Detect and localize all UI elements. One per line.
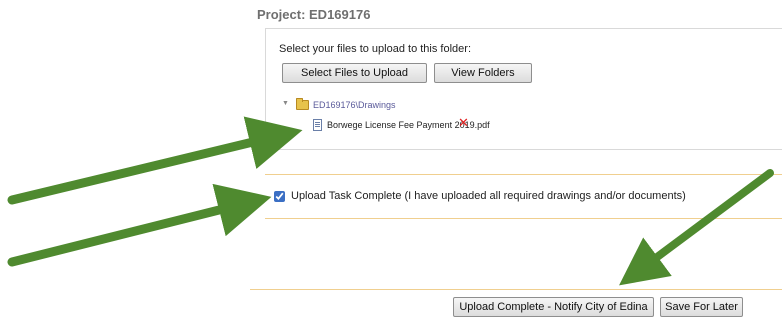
view-folders-button[interactable]: View Folders	[434, 63, 532, 83]
divider	[265, 174, 782, 175]
remove-file-icon[interactable]: ✕	[458, 116, 469, 130]
arrow-to-notify-button	[619, 169, 774, 286]
folder-label[interactable]: ED169176\Drawings	[313, 100, 396, 110]
divider	[250, 289, 782, 290]
save-for-later-button[interactable]: Save For Later	[660, 297, 743, 317]
arrow-to-file	[7, 116, 303, 205]
upload-prompt: Select your files to upload to this fold…	[279, 43, 471, 55]
folder-icon	[296, 98, 309, 110]
upload-complete-notify-button[interactable]: Upload Complete - Notify City of Edina	[453, 297, 654, 317]
arrow-to-checkbox	[7, 183, 272, 267]
divider	[265, 218, 782, 219]
upload-task-complete-label: Upload Task Complete (I have uploaded al…	[291, 190, 686, 202]
project-title: Project: ED169176	[257, 7, 371, 22]
tree-collapse-icon[interactable]: ▼	[282, 100, 289, 107]
select-files-button[interactable]: Select Files to Upload	[282, 63, 427, 83]
document-icon	[313, 119, 322, 131]
upload-task-complete-checkbox[interactable]	[274, 191, 285, 202]
